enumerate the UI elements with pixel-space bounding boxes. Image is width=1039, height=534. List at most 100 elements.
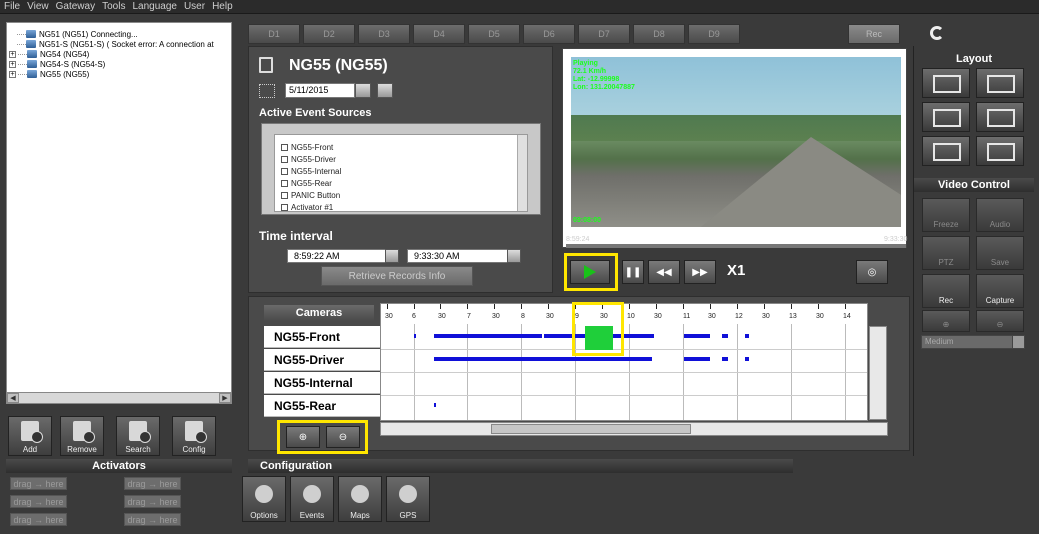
recording-segment[interactable] [434, 334, 542, 338]
tab-d9[interactable]: D9 [688, 24, 740, 44]
timeline-horizontal-scrollbar[interactable] [380, 422, 888, 436]
tab-d4[interactable]: D4 [413, 24, 465, 44]
rec-button[interactable]: Rec [922, 274, 970, 308]
date-field[interactable]: 5/11/2015 [285, 83, 355, 98]
tab-d3[interactable]: D3 [358, 24, 410, 44]
options-button[interactable]: Options [242, 476, 286, 522]
tab-d2[interactable]: D2 [303, 24, 355, 44]
checkbox[interactable] [281, 143, 288, 151]
tree-horizontal-scrollbar[interactable]: ◀ ▶ [6, 392, 232, 404]
quality-select[interactable]: Medium [921, 335, 1025, 349]
remove-button[interactable]: Remove [60, 416, 104, 456]
layout-2x3-button[interactable] [976, 68, 1024, 98]
tab-d5[interactable]: D5 [468, 24, 520, 44]
camera-row-rear[interactable]: NG55-Rear [264, 395, 380, 417]
activator-drop-slot[interactable]: drag → here [124, 495, 181, 508]
event-sources-scrollbar[interactable] [517, 135, 527, 211]
audio-button[interactable]: Audio [976, 198, 1024, 232]
checkbox[interactable] [281, 155, 288, 163]
layout-1x2-button[interactable] [976, 102, 1024, 132]
recording-segment[interactable] [414, 334, 416, 338]
menu-view[interactable]: View [27, 1, 49, 12]
fast-forward-button[interactable]: ▶▶ [684, 260, 716, 284]
activator-drop-slot[interactable]: drag → here [124, 513, 181, 526]
device-tree[interactable]: NG51 (NG51) Connecting... NG51-S (NG51-S… [6, 22, 232, 404]
config-button[interactable]: Config [172, 416, 216, 456]
video-playback[interactable]: Playing 72.1 Km/h Lat: -12.99998 Lon: 13… [571, 57, 901, 227]
activator-drop-slot[interactable]: drag → here [10, 477, 67, 490]
recording-segment[interactable] [722, 357, 728, 361]
checkbox[interactable] [281, 179, 288, 187]
expand-plus-icon[interactable]: + [9, 50, 16, 58]
timeline-vertical-scrollbar[interactable] [869, 326, 887, 420]
layout-1x3-button[interactable] [922, 102, 970, 132]
recording-segment[interactable] [745, 357, 749, 361]
expand-plus-icon[interactable]: + [9, 60, 16, 68]
camera-row-driver[interactable]: NG55-Driver [264, 349, 380, 371]
layout-single-button[interactable] [922, 136, 970, 166]
tree-item-ng51[interactable]: NG51 (NG51) Connecting... [7, 29, 231, 39]
tab-d8[interactable]: D8 [633, 24, 685, 44]
recording-segment[interactable] [434, 357, 652, 361]
tree-item-ng55[interactable]: + NG55 (NG55) [7, 69, 231, 79]
tree-item-ng54-s[interactable]: + NG54-S (NG54-S) [7, 59, 231, 69]
camera-row-internal[interactable]: NG55-Internal [264, 372, 380, 394]
time-from-field[interactable]: 8:59:22 AM [287, 249, 397, 263]
recording-segment[interactable] [434, 403, 436, 407]
timeline-area[interactable]: 30 6 30 7 30 8 30 9 30 10 30 11 30 12 30… [380, 303, 868, 421]
time-to-field[interactable]: 9:33:30 AM [407, 249, 517, 263]
snapshot-button[interactable]: ◎ [856, 260, 888, 284]
zoom-in-button-right[interactable]: ⊕ [922, 310, 970, 332]
layout-fullscreen-button[interactable] [976, 136, 1024, 166]
scroll-thumb[interactable] [491, 424, 691, 434]
search-button[interactable]: Search [116, 416, 160, 456]
time-to-spin-icon[interactable] [507, 249, 521, 263]
freeze-button[interactable]: Freeze [922, 198, 970, 232]
event-source-item[interactable]: PANIC Button [275, 189, 527, 201]
zoom-out-button-right[interactable]: ⊖ [976, 310, 1024, 332]
tree-item-ng54[interactable]: + NG54 (NG54) [7, 49, 231, 59]
refresh-icon[interactable] [930, 26, 944, 40]
retrieve-records-button[interactable]: Retrieve Records Info [321, 266, 473, 286]
pause-button[interactable]: ❚❚ [622, 260, 644, 284]
checkbox[interactable] [281, 203, 288, 211]
menu-user[interactable]: User [184, 1, 205, 12]
calendar-dropdown-icon[interactable] [355, 83, 371, 98]
expand-plus-icon[interactable]: + [9, 70, 16, 78]
recording-segment[interactable] [745, 334, 749, 338]
time-from-spin-icon[interactable] [385, 249, 399, 263]
layout-3x3-button[interactable] [922, 68, 970, 98]
menu-gateway[interactable]: Gateway [56, 1, 95, 12]
menu-file[interactable]: File [4, 1, 20, 12]
event-source-item[interactable]: NG55-Driver [275, 153, 527, 165]
scroll-right-arrow-icon[interactable]: ▶ [219, 393, 231, 403]
event-source-item[interactable]: Activator #1 [275, 201, 527, 211]
ptz-button[interactable]: PTZ [922, 236, 970, 270]
activator-drop-slot[interactable]: drag → here [10, 495, 67, 508]
tab-d1[interactable]: D1 [248, 24, 300, 44]
maps-button[interactable]: Maps [338, 476, 382, 522]
event-source-item[interactable]: NG55-Internal [275, 165, 527, 177]
activator-drop-slot[interactable]: drag → here [124, 477, 181, 490]
event-source-item[interactable]: NG55-Front [275, 141, 527, 153]
menu-tools[interactable]: Tools [102, 1, 125, 12]
tab-d7[interactable]: D7 [578, 24, 630, 44]
menu-language[interactable]: Language [132, 1, 177, 12]
save-button[interactable]: Save [976, 236, 1024, 270]
tab-rec[interactable]: Rec [848, 24, 900, 44]
checkbox[interactable] [281, 191, 288, 199]
tree-item-ng51-s[interactable]: NG51-S (NG51-S) ( Socket error: A connec… [7, 39, 231, 49]
checkbox[interactable] [281, 167, 288, 175]
calendar-icon[interactable] [377, 83, 393, 98]
rewind-button[interactable]: ◀◀ [648, 260, 680, 284]
capture-button[interactable]: Capture [976, 274, 1024, 308]
menu-help[interactable]: Help [212, 1, 233, 12]
video-progress-bar[interactable] [566, 244, 906, 248]
event-sources-list[interactable]: NG55-Front NG55-Driver NG55-Internal NG5… [274, 134, 528, 212]
add-button[interactable]: Add [8, 416, 52, 456]
recording-segment[interactable] [684, 357, 710, 361]
activator-drop-slot[interactable]: drag → here [10, 513, 67, 526]
events-button[interactable]: Events [290, 476, 334, 522]
recording-segment[interactable] [684, 334, 710, 338]
tab-d6[interactable]: D6 [523, 24, 575, 44]
